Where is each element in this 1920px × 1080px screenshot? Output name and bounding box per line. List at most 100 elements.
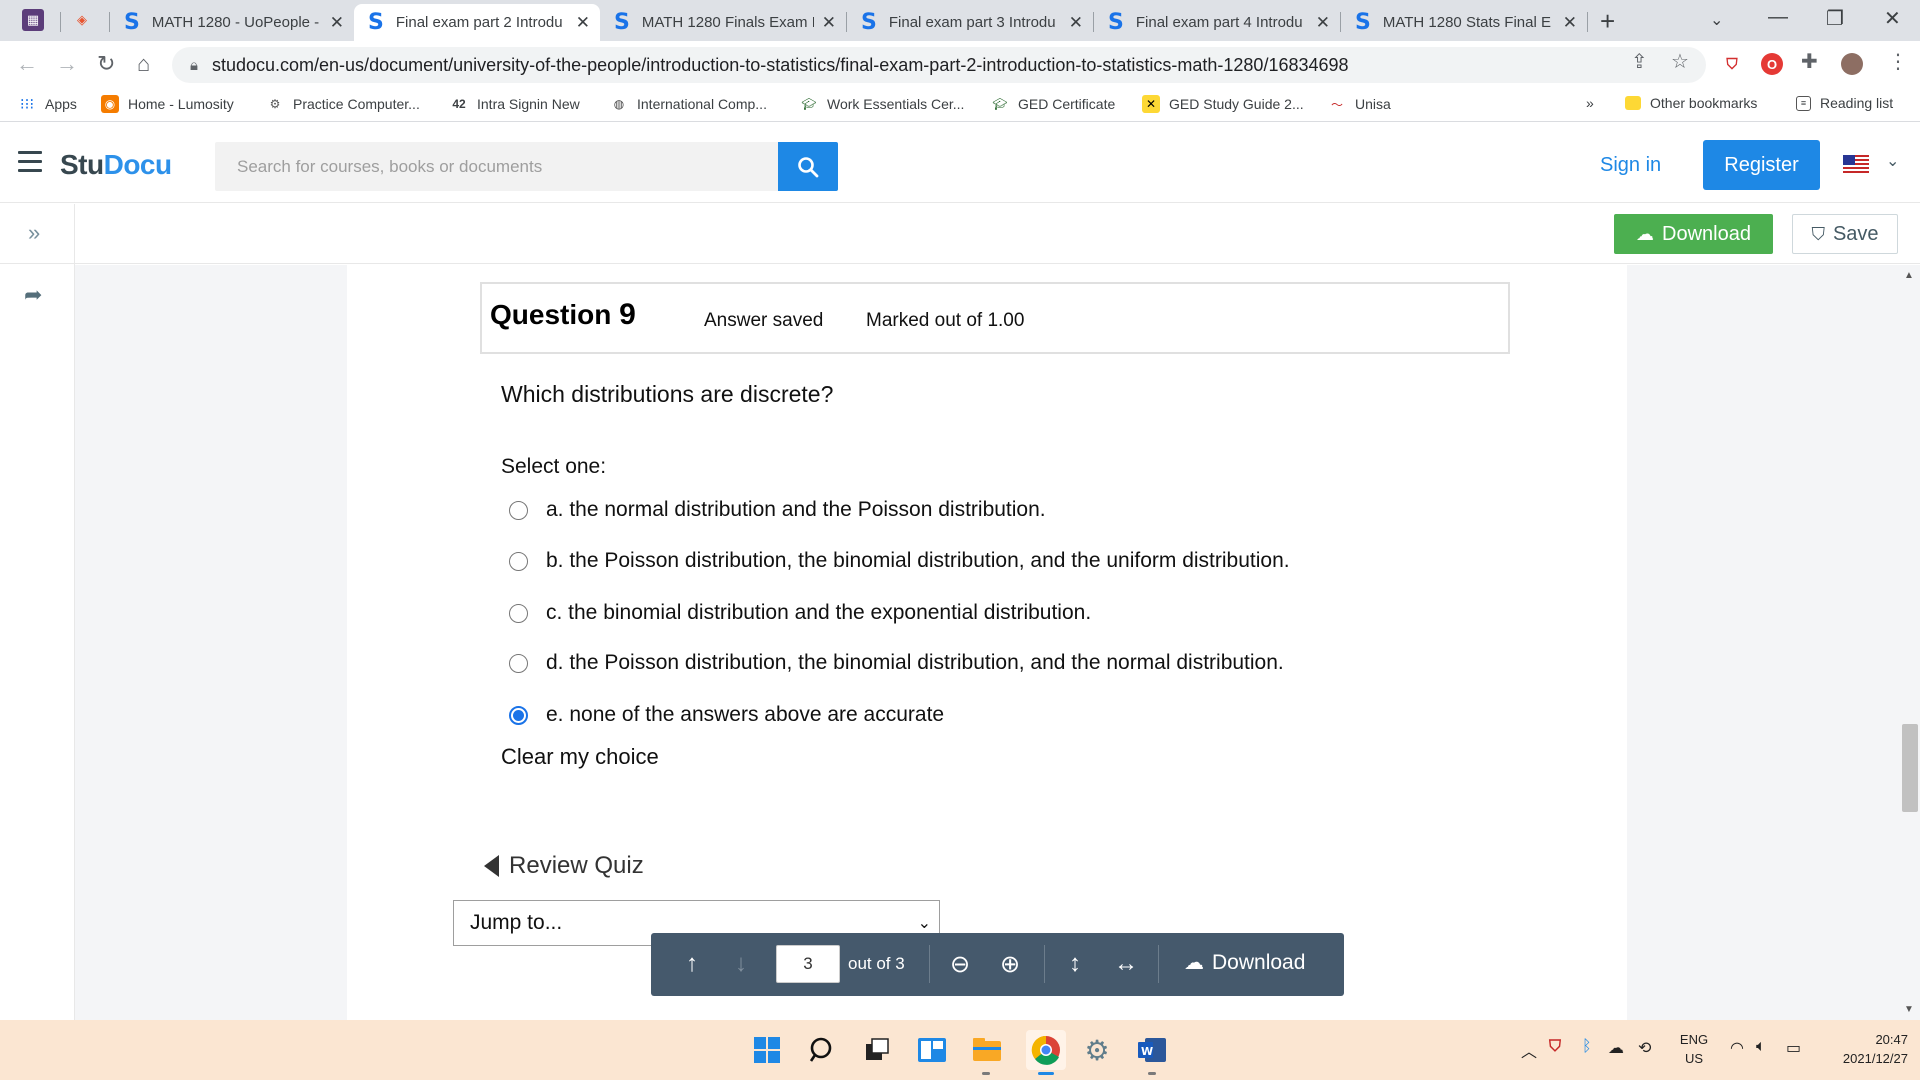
close-icon[interactable]: ✕ [1563,13,1577,33]
next-page-arrow-icon[interactable]: ↓ [735,950,747,978]
home-icon[interactable]: ⌂ [137,51,150,77]
radio-button[interactable] [509,551,528,571]
answer-option-b[interactable]: b. the Poisson distribution, the binomia… [509,549,1290,573]
mcafee-shield-icon[interactable]: ⛉ [1549,1038,1561,1056]
word-icon[interactable]: W [1136,1034,1168,1066]
extension-shield-icon[interactable]: ⛉ [1721,53,1743,75]
browser-tab[interactable]: S MATH 1280 Stats Final E ✕ [1341,4,1587,41]
toolbar-download-button[interactable]: ☁ Download [1184,950,1305,975]
review-quiz-link[interactable]: Review Quiz [484,852,644,880]
bookmark-international-comp[interactable]: ◍ International Comp... [610,95,767,113]
page-number-input[interactable]: 3 [776,945,840,983]
minimize-icon[interactable]: — [1768,6,1788,29]
hamburger-menu-icon[interactable] [18,151,42,178]
wifi-icon[interactable]: ◠ [1730,1038,1744,1058]
search-button[interactable] [778,142,838,191]
close-icon[interactable]: ✕ [330,13,344,33]
browser-toolbar: ← → ↻ ⌂ 🔒︎ studocu.com/en-us/document/un… [0,41,1920,89]
show-hidden-icons-chevron[interactable]: ︿ [1521,1038,1537,1062]
logo-text-stu: Stu [60,149,104,180]
tab-search-chevron-icon[interactable]: ⌄ [1710,10,1723,30]
file-explorer-icon[interactable] [971,1034,1003,1066]
widgets-icon[interactable] [916,1034,948,1066]
bookmark-unisa[interactable]: 〜 Unisa [1328,95,1391,113]
opera-o-icon[interactable]: O [1761,53,1783,75]
zoom-in-icon[interactable]: ⊕ [1000,950,1020,979]
reload-icon[interactable]: ↻ [97,51,115,77]
graduation-cap-icon[interactable]: ◈ [71,9,93,31]
answer-option-d[interactable]: d. the Poisson distribution, the binomia… [509,651,1284,675]
bookmark-intra-signin[interactable]: 42 Intra Signin New [450,95,579,113]
forward-arrow-icon[interactable]: → [56,51,78,77]
chevron-down-icon[interactable]: ⌄ [1886,151,1899,171]
sign-in-link[interactable]: Sign in [1600,154,1661,177]
document-actions-bar: » ☁ Download ⛉ Save [0,204,1920,264]
answer-option-a[interactable]: a. the normal distribution and the Poiss… [509,498,1046,522]
bookmark-work-essentials[interactable]: 🎓︎ Work Essentials Cer... [800,95,964,113]
reading-list-button[interactable]: ≡ Reading list [1796,95,1893,111]
close-icon[interactable]: ✕ [1316,13,1330,33]
input-language-indicator[interactable]: ENG US [1676,1032,1712,1066]
bookmark-ged-study-guide[interactable]: ✕ GED Study Guide 2... [1142,95,1304,113]
browser-tab[interactable]: S MATH 1280 Finals Exam I ✕ [600,4,846,41]
fit-width-icon[interactable]: ↔ [1114,950,1138,978]
volume-icon[interactable]: 🔈︎ [1756,1038,1766,1056]
scroll-down-icon[interactable]: ▼ [1904,1004,1914,1015]
back-arrow-icon[interactable]: ← [16,51,38,77]
battery-icon[interactable]: ▭ [1786,1038,1801,1058]
expand-sidebar-icon[interactable]: » [28,220,40,246]
browser-tab[interactable]: S MATH 1280 - UoPeople - ✕ [110,4,354,41]
task-view-icon[interactable] [861,1034,893,1066]
vertical-scrollbar[interactable] [1900,265,1920,1020]
bookmark-practice-computer[interactable]: ⚙ Practice Computer... [266,95,420,113]
new-tab-button[interactable]: + [1600,6,1615,37]
scrollbar-thumb[interactable] [1902,724,1918,812]
download-button[interactable]: ☁ Download [1614,214,1773,254]
answer-option-c[interactable]: c. the binomial distribution and the exp… [509,601,1091,625]
answer-option-e[interactable]: e. none of the answers above are accurat… [509,703,944,727]
browser-tab[interactable]: S Final exam part 3 Introdu ✕ [847,4,1093,41]
fit-height-icon[interactable]: ↕ [1069,950,1081,978]
menu-kebab-icon[interactable]: ⋮ [1888,49,1908,74]
bookmark-apps[interactable]: ⁝⁝⁝ Apps [18,95,77,113]
browser-tab[interactable]: S Final exam part 4 Introdu ✕ [1094,4,1340,41]
clock[interactable]: 20:47 2021/12/27 [1818,1032,1908,1066]
search-icon[interactable] [806,1034,838,1066]
share-arrow-icon[interactable]: ➦ [24,282,42,308]
settings-gear-icon[interactable]: ⚙ [1081,1034,1113,1066]
zoom-out-icon[interactable]: ⊖ [950,950,970,979]
address-bar[interactable]: 🔒︎ studocu.com/en-us/document/university… [172,47,1706,83]
window-close-icon[interactable]: ✕ [1884,6,1901,31]
chrome-icon[interactable] [1026,1030,1066,1070]
radio-button[interactable] [509,500,528,520]
share-page-icon[interactable]: ⇪ [1631,49,1648,74]
windows-start-icon[interactable] [751,1034,783,1066]
bluetooth-icon[interactable]: ᛒ [1582,1038,1592,1056]
save-button[interactable]: ⛉ Save [1792,214,1898,254]
restore-icon[interactable]: ❐ [1826,6,1844,31]
us-flag-icon[interactable] [1843,155,1869,173]
close-icon[interactable]: ✕ [1069,13,1083,33]
sync-icon[interactable]: ⟲ [1638,1038,1651,1058]
onedrive-cloud-icon[interactable]: ☁ [1608,1038,1624,1058]
app-icon[interactable]: ▦ [22,9,44,31]
bookmark-lumosity[interactable]: ◉ Home - Lumosity [101,95,234,113]
bookmark-star-icon[interactable]: ☆ [1671,49,1689,74]
bookmarks-overflow-button[interactable]: » [1586,95,1594,111]
previous-page-arrow-icon[interactable]: ↑ [686,950,698,978]
browser-tab-active[interactable]: S Final exam part 2 Introdu ✕ [354,4,600,41]
close-icon[interactable]: ✕ [576,13,590,33]
scroll-up-icon[interactable]: ▲ [1904,270,1914,281]
clear-choice-link[interactable]: Clear my choice [501,744,659,770]
radio-button[interactable] [509,653,528,673]
search-input[interactable]: Search for courses, books or documents [215,142,778,191]
extensions-puzzle-icon[interactable]: ✚ [1801,49,1818,74]
register-button[interactable]: Register [1703,140,1820,190]
close-icon[interactable]: ✕ [822,13,836,33]
profile-avatar[interactable] [1841,53,1863,75]
studocu-logo[interactable]: StuDocu [60,149,172,181]
radio-button[interactable] [509,603,528,623]
radio-button-selected[interactable] [509,705,528,725]
bookmark-other-bookmarks[interactable]: Other bookmarks [1625,95,1757,111]
bookmark-ged-certificate[interactable]: 🎓︎ GED Certificate [991,95,1115,113]
